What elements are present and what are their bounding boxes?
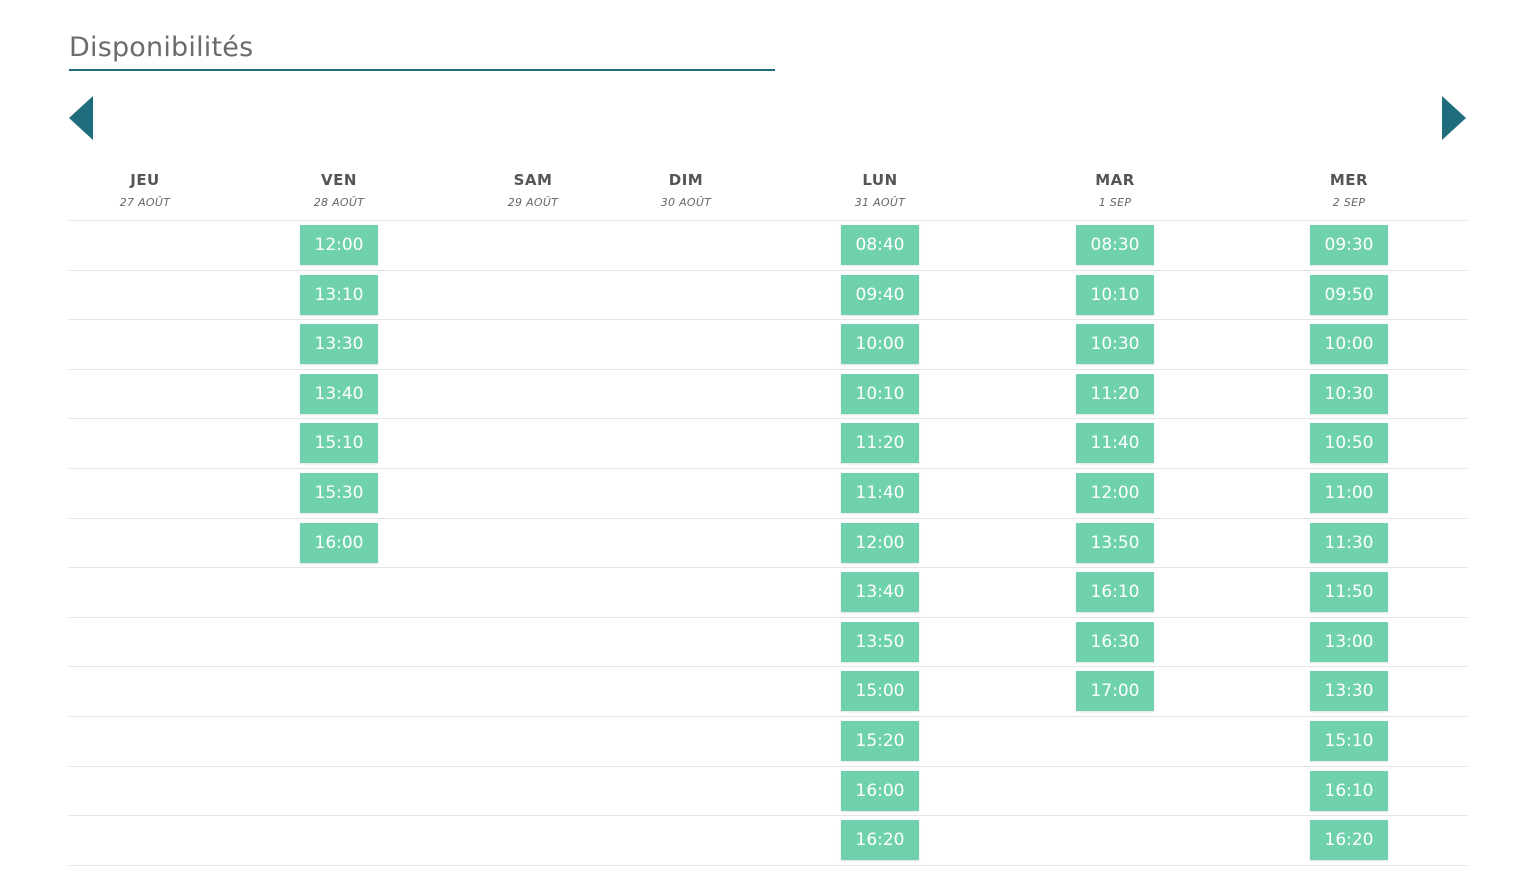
time-slot-button[interactable]: 13:30 xyxy=(1310,671,1388,712)
grid-row-divider xyxy=(69,616,1467,618)
time-slot-button[interactable]: 12:00 xyxy=(841,522,919,563)
day-column-header: VEN 28 AOÛT xyxy=(264,168,414,214)
time-slot-button[interactable]: 13:10 xyxy=(300,274,378,315)
time-slot-button[interactable]: 11:20 xyxy=(1076,373,1154,414)
next-week-button[interactable] xyxy=(1441,96,1467,140)
time-slot-button[interactable]: 11:40 xyxy=(841,473,919,513)
chevron-right-icon xyxy=(1442,96,1466,140)
time-slot-button[interactable]: 13:40 xyxy=(300,373,378,414)
time-slot-button[interactable]: 16:10 xyxy=(1310,770,1388,811)
chevron-left-icon xyxy=(69,96,93,140)
time-slot-button[interactable]: 12:00 xyxy=(1076,473,1154,513)
time-slot-button[interactable]: 10:10 xyxy=(1076,274,1154,315)
day-column-header: MER 2 SEP xyxy=(1274,168,1424,214)
grid-row-divider xyxy=(69,517,1467,519)
time-slot-button[interactable]: 15:10 xyxy=(1310,721,1388,761)
grid-row-divider xyxy=(69,269,1467,271)
time-slot-button[interactable]: 10:30 xyxy=(1310,373,1388,414)
time-slot-button[interactable]: 12:00 xyxy=(300,225,378,265)
time-slot-button[interactable]: 17:00 xyxy=(1076,671,1154,712)
time-slot-button[interactable]: 11:20 xyxy=(841,423,919,464)
time-slot-button[interactable]: 11:00 xyxy=(1310,473,1388,513)
grid-row-divider xyxy=(69,418,1467,420)
calendar-grid xyxy=(69,219,1467,879)
time-slot-button[interactable]: 13:40 xyxy=(841,572,919,613)
time-slot-button[interactable]: 16:00 xyxy=(300,522,378,563)
previous-week-button[interactable] xyxy=(68,96,94,140)
day-column-header: SAM 29 AOÛT xyxy=(458,168,608,214)
time-slot-button[interactable]: 13:50 xyxy=(1076,522,1154,563)
day-date: 27 AOÛT xyxy=(119,196,171,209)
page-title: Disponibilités xyxy=(69,32,254,63)
grid-row-divider xyxy=(69,864,1467,866)
time-slot-button[interactable]: 16:20 xyxy=(841,820,919,861)
day-name: MER xyxy=(1329,171,1369,189)
grid-row-divider xyxy=(69,716,1467,717)
time-slot-button[interactable]: 09:50 xyxy=(1310,274,1388,315)
day-date: 1 SEP xyxy=(1098,196,1132,209)
day-name: JEU xyxy=(130,171,160,189)
time-slot-button[interactable]: 11:40 xyxy=(1076,423,1154,464)
day-date: 29 AOÛT xyxy=(507,196,559,209)
time-slot-button[interactable]: 13:00 xyxy=(1310,621,1388,662)
time-slot-button[interactable]: 16:20 xyxy=(1310,820,1388,861)
grid-row-divider xyxy=(69,815,1467,817)
day-date: 2 SEP xyxy=(1332,196,1366,209)
section-header: Disponibilités xyxy=(69,30,775,71)
day-column-header: DIM 30 AOÛT xyxy=(611,168,761,214)
time-slot-button[interactable]: 15:00 xyxy=(841,671,919,712)
time-slot-button[interactable]: 15:30 xyxy=(300,473,378,513)
time-slot-button[interactable]: 15:10 xyxy=(300,423,378,464)
time-slot-button[interactable]: 13:30 xyxy=(300,324,378,365)
day-date: 31 AOÛT xyxy=(854,196,906,209)
day-name: VEN xyxy=(321,171,357,189)
grid-row-divider xyxy=(69,220,1467,221)
time-slot-button[interactable]: 10:30 xyxy=(1076,324,1154,365)
time-slot-button[interactable]: 08:40 xyxy=(841,225,919,265)
time-slot-button[interactable]: 11:50 xyxy=(1310,572,1388,613)
day-column-header: JEU 27 AOÛT xyxy=(70,168,220,214)
day-name: LUN xyxy=(862,171,898,189)
grid-row-divider xyxy=(69,666,1467,668)
time-slot-button[interactable]: 15:20 xyxy=(841,721,919,761)
day-column-header: LUN 31 AOÛT xyxy=(805,168,955,214)
time-slot-button[interactable]: 13:50 xyxy=(841,621,919,662)
day-name: SAM xyxy=(513,171,553,189)
grid-row-divider xyxy=(69,368,1467,370)
time-slot-button[interactable]: 10:50 xyxy=(1310,423,1388,464)
grid-row-divider xyxy=(69,468,1467,469)
time-slot-button[interactable]: 16:30 xyxy=(1076,621,1154,662)
day-date: 28 AOÛT xyxy=(313,196,365,209)
grid-row-divider xyxy=(69,319,1467,321)
time-slot-button[interactable]: 10:00 xyxy=(1310,324,1388,365)
availability-calendar: JEU 27 AOÛT VEN 28 AOÛT 12:00 13:10 13:30 13:40… xyxy=(69,168,1467,866)
day-column-header: MAR 1 SEP xyxy=(1040,168,1190,214)
day-name: DIM xyxy=(668,171,704,189)
time-slot-button[interactable]: 09:30 xyxy=(1310,225,1388,265)
time-slot-button[interactable]: 10:00 xyxy=(841,324,919,365)
time-slot-button[interactable]: 11:30 xyxy=(1310,522,1388,563)
grid-row-divider xyxy=(69,567,1467,569)
time-slot-button[interactable]: 09:40 xyxy=(841,274,919,315)
day-date: 30 AOÛT xyxy=(660,196,712,209)
time-slot-button[interactable]: 16:10 xyxy=(1076,572,1154,613)
time-slot-button[interactable]: 08:30 xyxy=(1076,225,1154,265)
day-name: MAR xyxy=(1095,171,1135,189)
time-slot-button[interactable]: 10:10 xyxy=(841,373,919,414)
time-slot-button[interactable]: 16:00 xyxy=(841,770,919,811)
grid-row-divider xyxy=(69,765,1467,767)
